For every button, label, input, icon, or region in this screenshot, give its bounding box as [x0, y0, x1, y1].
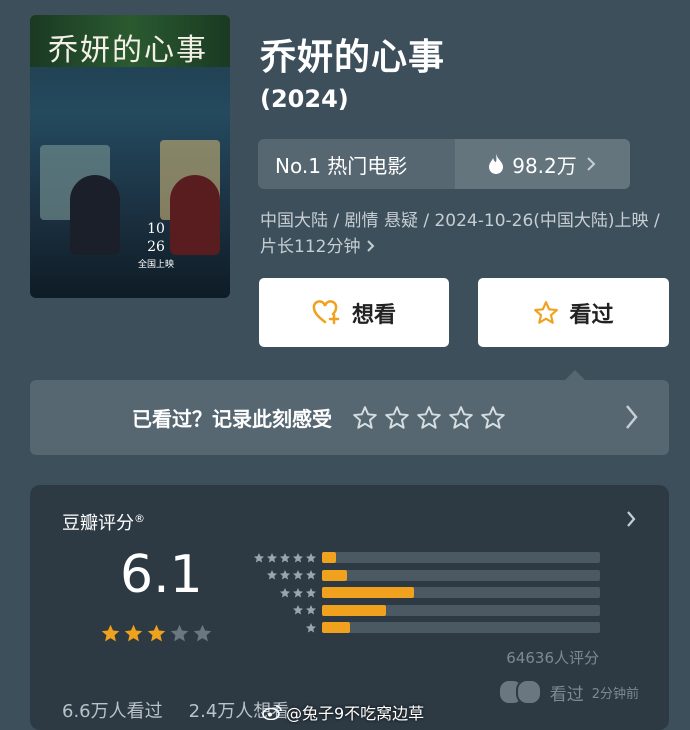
score-stars: [100, 623, 213, 644]
want-to-watch-button[interactable]: 想看: [259, 278, 449, 347]
seen-button[interactable]: 看过: [478, 278, 669, 347]
distribution-stars: [242, 587, 322, 599]
distribution-fill: [322, 604, 386, 616]
distribution-bar: [322, 622, 600, 634]
movie-title: 乔妍的心事: [260, 37, 446, 78]
star-small-icon: [280, 587, 290, 598]
star-small-icon: [306, 570, 316, 580]
poster-date-month: 10: [147, 221, 165, 237]
poster-date-day: 26: [147, 239, 165, 255]
star-small-icon: [306, 587, 316, 598]
rating-score: 6.1: [120, 545, 203, 605]
friend-seen-label: 看过: [549, 684, 584, 705]
star-small-icon: [306, 552, 316, 563]
star-outline-icon[interactable]: [480, 405, 506, 431]
star-small-icon: [293, 570, 303, 580]
rating-footer: 6.6万人看过 2.4万人想看: [62, 697, 289, 723]
footer-seen-count[interactable]: 6.6万人看过: [62, 697, 163, 723]
star-small-icon: [293, 587, 303, 598]
friend-seen-tag[interactable]: 看过 2分钟前: [497, 679, 639, 705]
want-label: 想看: [351, 302, 396, 328]
distribution-bar: [322, 604, 600, 616]
record-pointer: [565, 370, 585, 380]
star-small-icon: [280, 552, 290, 563]
distribution-fill: [322, 622, 350, 634]
weibo-logo-icon: [262, 705, 282, 720]
star-small-icon: [267, 570, 277, 580]
distribution-stars: [242, 569, 322, 581]
friend-avatars: [497, 679, 542, 705]
distribution-stars: [242, 552, 322, 564]
star-filled-icon: [101, 624, 120, 642]
hot-count-button[interactable]: 98.2万: [455, 139, 630, 189]
star-filled-icon: [147, 624, 166, 642]
friend-seen-time: 2分钟前: [591, 686, 639, 702]
star-outline-icon[interactable]: [352, 405, 378, 431]
star-outline-icon: [534, 300, 559, 324]
flame-icon: [489, 154, 504, 174]
poster-figure-right: [170, 175, 220, 255]
poster-title: 乔妍的心事: [48, 33, 208, 68]
movie-poster[interactable]: 乔妍的心事 10 26 全国上映: [30, 15, 230, 298]
hot-count: 98.2万: [512, 153, 577, 178]
star-small-icon: [306, 605, 316, 615]
heart-plus-icon: [312, 299, 340, 324]
star-filled-icon: [124, 624, 143, 642]
weibo-watermark: @兔子9不吃窝边草: [262, 700, 424, 724]
star-small-icon: [254, 552, 264, 563]
star-outline-icon[interactable]: [384, 405, 410, 431]
star-small-icon: [306, 622, 316, 633]
star-outline-icon[interactable]: [416, 405, 442, 431]
star-small-icon: [293, 605, 303, 615]
distribution-row: [242, 602, 600, 620]
star-outline-icon[interactable]: [448, 405, 474, 431]
distribution-fill: [322, 552, 336, 564]
rank-label: No.1 热门电影: [275, 153, 408, 178]
movie-meta-text: 中国大陆 / 剧情 悬疑 / 2024-10-26(中国大陆)上映 / 片长11…: [260, 211, 660, 257]
distribution-bar: [322, 552, 600, 564]
chevron-right-icon[interactable]: [623, 400, 641, 434]
poster-figure-left: [70, 175, 120, 255]
watermark-text: @兔子9不吃窝边草: [286, 704, 425, 723]
rating-distribution: [242, 549, 600, 637]
rating-title: 豆瓣评分®: [62, 509, 145, 535]
star-small-icon: [293, 552, 303, 563]
distribution-fill: [322, 587, 414, 599]
rating-title-text: 豆瓣评分: [62, 513, 134, 534]
star-empty-icon: [193, 624, 212, 642]
rating-card[interactable]: 豆瓣评分® 6.1 64636人评分 看过 2分钟前 6.6万人看过 2.4万人…: [30, 485, 669, 730]
movie-year: (2024): [260, 85, 349, 113]
rating-count: 64636人评分: [506, 649, 599, 667]
distribution-fill: [322, 569, 348, 581]
avatar: [515, 679, 542, 705]
distribution-row: [242, 584, 600, 602]
registered-mark: ®: [134, 512, 145, 525]
record-feeling-bar[interactable]: 已看过？记录此刻感受: [30, 370, 669, 455]
star-small-icon: [267, 552, 277, 563]
seen-label: 看过: [569, 302, 614, 328]
star-small-icon: [280, 570, 290, 580]
distribution-row: [242, 619, 600, 637]
star-empty-icon: [170, 624, 189, 642]
distribution-bar: [322, 587, 600, 599]
distribution-row: [242, 567, 600, 585]
distribution-row: [242, 549, 600, 567]
chevron-right-icon: [367, 240, 375, 252]
distribution-stars: [242, 622, 322, 634]
record-label: 已看过？记录此刻感受: [132, 407, 332, 431]
poster-date: 10 26 全国上映: [138, 220, 174, 274]
rating-input-stars[interactable]: [352, 405, 506, 431]
poster-date-release: 全国上映: [138, 260, 175, 270]
chevron-right-icon: [587, 157, 596, 171]
movie-meta[interactable]: 中国大陆 / 剧情 悬疑 / 2024-10-26(中国大陆)上映 / 片长11…: [260, 208, 680, 260]
distribution-bar: [322, 569, 600, 581]
chevron-right-icon[interactable]: [625, 509, 637, 529]
distribution-stars: [242, 604, 322, 616]
rank-box[interactable]: No.1 热门电影 98.2万: [258, 139, 630, 189]
